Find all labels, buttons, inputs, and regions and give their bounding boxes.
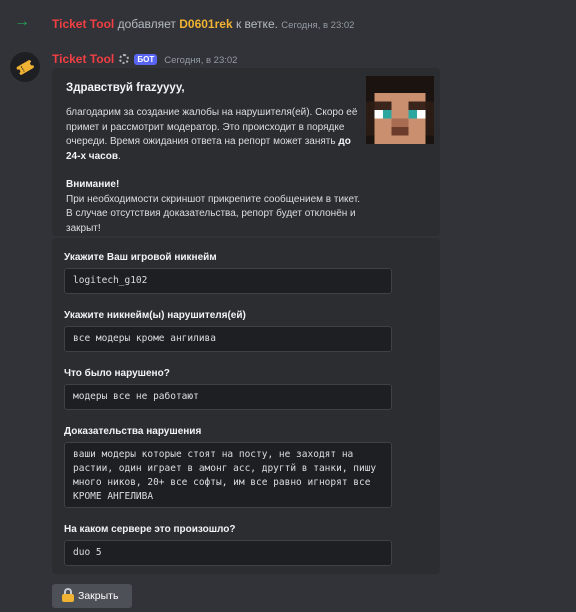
close-button-label: Закрыть bbox=[78, 590, 119, 602]
welcome-embed: Здравствуй frazyyyy, благодарим за созда… bbox=[52, 68, 440, 236]
embed-warning-text: При необходимости скриншот прикрепите со… bbox=[66, 193, 361, 234]
system-message: → Ticket Tool добавляет D0601rek к ветке… bbox=[0, 0, 576, 44]
field-label-nickname: Укажите Ваш игровой никнейм bbox=[64, 252, 217, 263]
close-button[interactable]: Закрыть bbox=[52, 584, 132, 608]
lock-icon bbox=[62, 588, 74, 602]
system-text-mid: добавляет bbox=[114, 17, 180, 31]
field-value-violation: модеры все не работают bbox=[64, 384, 392, 410]
embed-thumbnail[interactable] bbox=[366, 76, 434, 144]
embed-warning-title: Внимание! bbox=[66, 179, 120, 190]
join-arrow-icon: → bbox=[14, 13, 30, 30]
message-header: Ticket Tool БОТ Сегодня, в 23:02 bbox=[52, 52, 237, 66]
system-author[interactable]: Ticket Tool bbox=[52, 17, 114, 31]
embed-para1-end: . bbox=[117, 150, 121, 162]
avatar[interactable] bbox=[10, 52, 40, 82]
gear-icon bbox=[119, 54, 130, 64]
embed-title: Здравствуй frazyyyy, bbox=[66, 82, 185, 94]
field-label-evidence: Доказательства нарушения bbox=[64, 426, 202, 437]
system-message-text: Ticket Tool добавляет D0601rek к ветке. … bbox=[52, 17, 354, 31]
ticket-icon bbox=[16, 60, 35, 75]
field-value-server: duo 5 bbox=[64, 540, 392, 566]
bot-badge: БОТ bbox=[134, 54, 158, 65]
field-value-nickname: logitech_g102 bbox=[64, 268, 392, 294]
system-target-user[interactable]: D0601rek bbox=[179, 17, 232, 31]
field-value-evidence: ваши модеры которые стоят на посту, не з… bbox=[64, 442, 392, 508]
message-author[interactable]: Ticket Tool bbox=[52, 52, 114, 66]
embed-para1: благодарим за создание жалобы на нарушит… bbox=[66, 107, 358, 147]
field-value-offenders: все модеры кроме ангилива bbox=[64, 326, 392, 352]
message-timestamp: Сегодня, в 23:02 bbox=[164, 55, 238, 66]
embed-description: благодарим за создание жалобы на нарушит… bbox=[66, 106, 366, 250]
field-label-violation: Что было нарушено? bbox=[64, 368, 170, 379]
form-embed: Укажите Ваш игровой никнейм logitech_g10… bbox=[52, 238, 440, 574]
field-label-offenders: Укажите никнейм(ы) нарушителя(ей) bbox=[64, 310, 246, 321]
system-timestamp: Сегодня, в 23:02 bbox=[281, 20, 355, 31]
field-label-server: На каком сервере это произошло? bbox=[64, 524, 236, 535]
system-text-end: к ветке. bbox=[232, 17, 278, 31]
